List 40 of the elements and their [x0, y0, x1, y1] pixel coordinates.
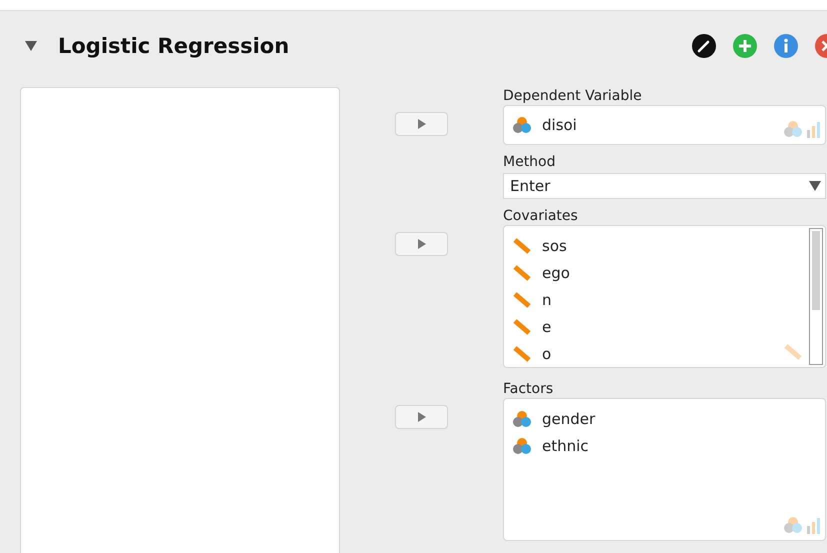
variable-item[interactable]: sos: [512, 232, 801, 259]
collapse-triangle-icon[interactable]: [24, 40, 38, 52]
nominal-icon: [512, 436, 532, 454]
variable-box[interactable]: disoi: [503, 105, 826, 145]
box-label: Factors: [503, 380, 554, 398]
variable-item[interactable]: gender: [512, 405, 817, 432]
variable-item[interactable]: ego: [512, 259, 801, 286]
nominal-icon: [512, 410, 532, 428]
method-dropdown[interactable]: Enter: [503, 173, 826, 199]
move-button[interactable]: [395, 232, 448, 256]
dropdown-caret-icon: [809, 181, 821, 191]
box-label: Method: [503, 153, 557, 171]
edit-icon[interactable]: [691, 33, 717, 59]
nominal-ordinal-icon: [783, 120, 821, 138]
variable-item[interactable]: disoi: [512, 112, 817, 138]
ruler-icon: [512, 318, 532, 336]
variable-item[interactable]: o: [512, 340, 801, 367]
variable-item[interactable]: e: [512, 313, 801, 340]
box-label: Covariates: [503, 207, 579, 225]
ruler-icon: [512, 264, 532, 282]
ruler-icon: [783, 343, 803, 361]
play-icon: [418, 119, 426, 129]
play-icon: [418, 412, 426, 422]
box-label: Dependent Variable: [503, 87, 643, 105]
variable-item[interactable]: n: [512, 286, 801, 313]
play-icon: [418, 239, 426, 249]
info-icon[interactable]: [773, 33, 799, 59]
move-button[interactable]: [395, 405, 448, 429]
add-icon[interactable]: [732, 33, 758, 59]
variable-item[interactable]: ethnic: [512, 432, 817, 459]
nominal-ordinal-icon: [783, 516, 821, 534]
variable-box[interactable]: gender ethnic: [503, 398, 826, 541]
variable-box[interactable]: sos ego n e o: [503, 225, 826, 368]
nominal-icon: [512, 116, 532, 134]
ruler-icon: [512, 290, 532, 308]
ruler-icon: [512, 344, 532, 362]
move-button[interactable]: [395, 112, 448, 136]
scrollbar[interactable]: [809, 228, 823, 365]
panel-title: Logistic Regression: [58, 34, 290, 58]
ruler-icon: [512, 236, 532, 254]
